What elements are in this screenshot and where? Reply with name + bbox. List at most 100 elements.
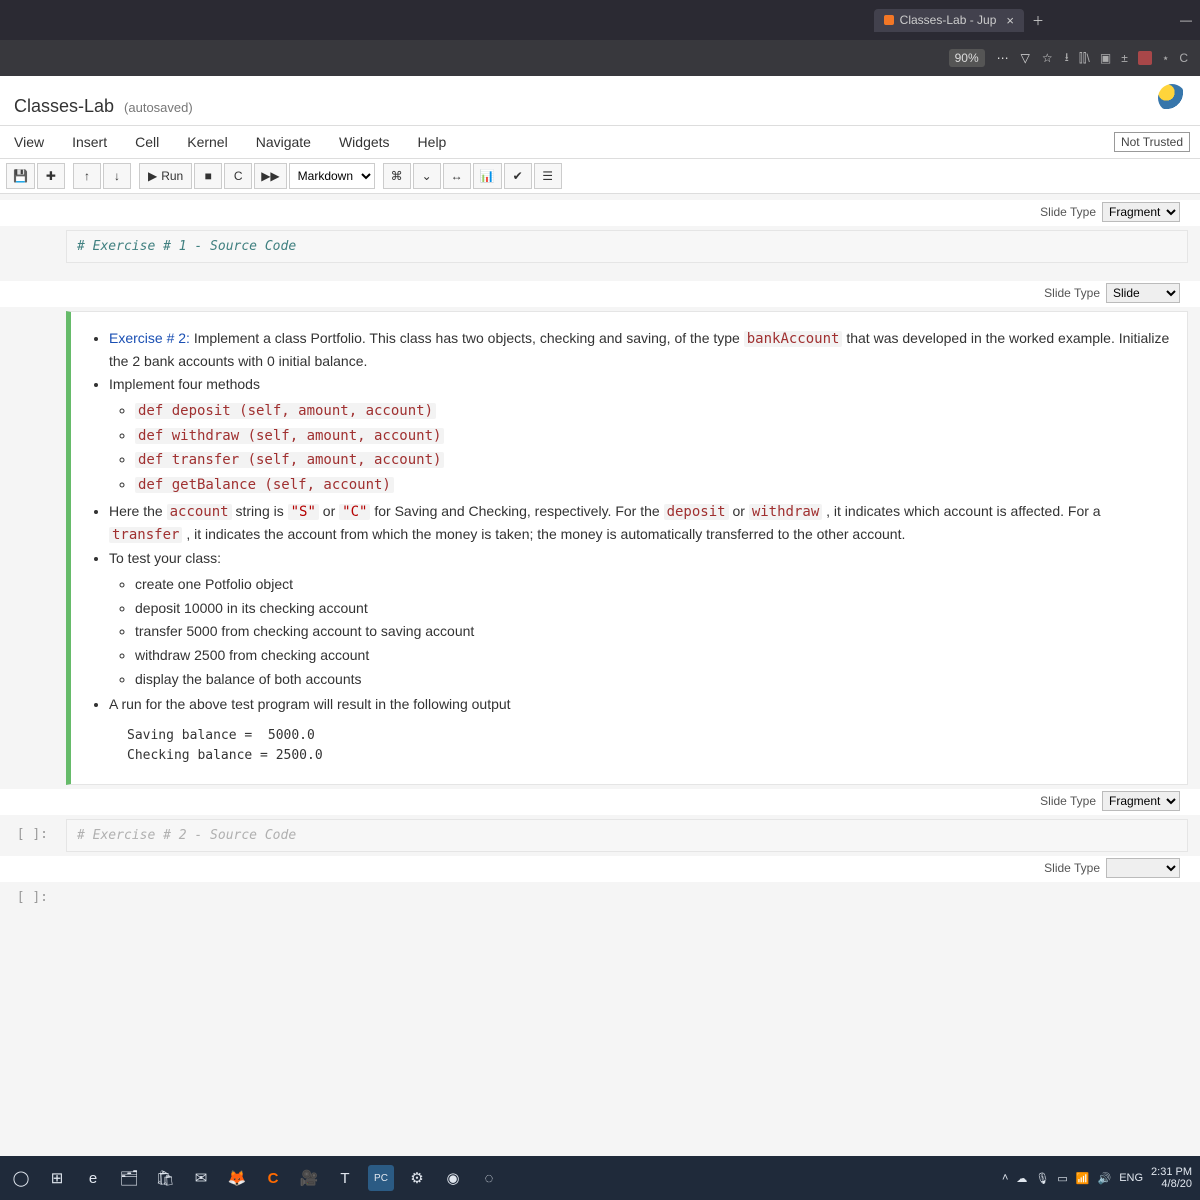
refresh-icon[interactable]: C xyxy=(1179,51,1188,65)
menu-cell[interactable]: Cell xyxy=(121,126,173,158)
library-icon[interactable]: ⫿⫿\ xyxy=(1079,51,1090,66)
tray-chevron-icon[interactable]: ˄ xyxy=(1002,1172,1008,1184)
slide-type-row: Slide Type xyxy=(0,856,1200,882)
test-step: transfer 5000 from checking account to s… xyxy=(135,621,1171,643)
slide-type-row: Slide Type Fragment xyxy=(0,789,1200,815)
teams-icon[interactable]: T xyxy=(332,1165,358,1191)
volume-icon[interactable]: 🔊 xyxy=(1097,1172,1111,1185)
autosave-status: (autosaved) xyxy=(124,100,193,115)
restart-run-all-button[interactable]: ▶▶ xyxy=(254,163,286,189)
chart-icon[interactable]: 📊 xyxy=(473,163,502,189)
menu-navigate[interactable]: Navigate xyxy=(242,126,325,158)
onedrive-icon[interactable]: ☁ xyxy=(1016,1172,1027,1185)
menu-widgets[interactable]: Widgets xyxy=(325,126,404,158)
method-getbalance: def getBalance (self, account) xyxy=(135,477,394,493)
edge-icon[interactable]: e xyxy=(80,1165,106,1191)
method-deposit: def deposit (self, amount, account) xyxy=(135,403,436,419)
menu-kernel[interactable]: Kernel xyxy=(173,126,241,158)
system-tray: ˄ ☁ 🎙 ▭ 📶 🔊 ENG 2:31 PM 4/8/20 xyxy=(1002,1166,1192,1190)
method-withdraw: def withdraw (self, amount, account) xyxy=(135,428,444,444)
clock[interactable]: 2:31 PM 4/8/20 xyxy=(1151,1166,1192,1190)
cell-prompt: [ ]: xyxy=(8,827,48,842)
menu-view[interactable]: View xyxy=(0,126,58,158)
add-cell-button[interactable]: ✚ xyxy=(37,163,65,189)
markdown-content: Exercise # 2: Implement a class Portfoli… xyxy=(71,312,1187,784)
notebook-area: Slide Type Fragment # Exercise # 1 - Sou… xyxy=(0,194,1200,912)
browser-toolbar: 90% ⋯ ▽ ☆ ⭳ ⫿⫿\ ▣ ± ⋆ C xyxy=(0,40,1200,76)
tracking-icon[interactable]: ⋆ xyxy=(1162,51,1170,65)
addon-icon[interactable]: ± xyxy=(1121,51,1128,65)
start-button[interactable]: ◯ xyxy=(8,1165,34,1191)
task-view-icon[interactable]: ⊞ xyxy=(44,1165,70,1191)
app-icon-c[interactable]: C xyxy=(260,1165,286,1191)
slide-type-select[interactable] xyxy=(1106,858,1180,878)
toolbar: 💾 ✚ ↑ ↓ ▶ Run ■ C ▶▶ Markdown ⌘ ⌄ ↔ 📊 ✔ … xyxy=(0,159,1200,194)
test-step: deposit 10000 in its checking account xyxy=(135,598,1171,620)
list-icon[interactable]: ☰ xyxy=(534,163,562,189)
mail-icon[interactable]: ✉ xyxy=(188,1165,214,1191)
menu-insert[interactable]: Insert xyxy=(58,126,121,158)
fullscreen-button[interactable]: ↔ xyxy=(443,163,471,189)
markdown-cell-exercise-2[interactable]: Exercise # 2: Implement a class Portfoli… xyxy=(66,311,1188,785)
run-button[interactable]: ▶ Run xyxy=(139,163,192,189)
menu-help[interactable]: Help xyxy=(404,126,461,158)
slide-type-row: Slide Type Fragment xyxy=(0,200,1200,226)
browser-tab[interactable]: Classes-Lab - Jup × xyxy=(874,9,1024,32)
reader-icon[interactable]: ⋯ xyxy=(997,51,1009,65)
test-step: display the balance of both accounts xyxy=(135,669,1171,691)
battery-icon[interactable]: ▭ xyxy=(1057,1172,1067,1185)
slide-type-select[interactable]: Slide xyxy=(1106,283,1180,303)
store-icon[interactable]: 🛍 xyxy=(152,1165,178,1191)
pocket-icon[interactable]: ▽ xyxy=(1021,51,1030,65)
command-palette-button[interactable]: ⌘ xyxy=(383,163,411,189)
settings-icon[interactable]: ⚙ xyxy=(404,1165,430,1191)
firefox-icon[interactable]: 🦊 xyxy=(224,1165,250,1191)
slide-type-label: Slide Type xyxy=(1040,205,1096,219)
windows-taskbar: ◯ ⊞ e 🗂 🛍 ✉ 🦊 C 🎥 T PC ⚙ ◉ ◌ ˄ ☁ 🎙 ▭ 📶 🔊… xyxy=(0,1156,1200,1200)
language-indicator[interactable]: ENG xyxy=(1119,1172,1143,1184)
slide-type-select[interactable]: Fragment xyxy=(1102,202,1180,222)
code-cell-exercise-2[interactable]: # Exercise # 2 - Source Code xyxy=(66,819,1188,852)
exercise-2-heading: Exercise # 2: xyxy=(109,330,190,346)
menubar: View Insert Cell Kernel Navigate Widgets… xyxy=(0,126,1200,159)
code-cell-exercise-1[interactable]: # Exercise # 1 - Source Code xyxy=(66,230,1188,263)
notebook-title[interactable]: Classes-Lab xyxy=(14,96,114,117)
test-step: withdraw 2500 from checking account xyxy=(135,645,1171,667)
scroll-down-button[interactable]: ⌄ xyxy=(413,163,441,189)
interrupt-button[interactable]: ■ xyxy=(194,163,222,189)
move-up-button[interactable]: ↑ xyxy=(73,163,101,189)
loading-icon[interactable]: ◌ xyxy=(476,1165,502,1191)
zoom-indicator[interactable]: 90% xyxy=(949,49,985,67)
mic-icon[interactable]: 🎙 xyxy=(1035,1172,1049,1185)
expected-output: Saving balance = 5000.0 Checking balance… xyxy=(87,720,1171,772)
test-step: create one Potfolio object xyxy=(135,574,1171,596)
cell-type-select[interactable]: Markdown xyxy=(289,163,375,189)
spellcheck-button[interactable]: ✔ xyxy=(504,163,532,189)
slide-type-select[interactable]: Fragment xyxy=(1102,791,1180,811)
chrome-icon[interactable]: ◉ xyxy=(440,1165,466,1191)
download-icon[interactable]: ⭳ xyxy=(1065,48,1069,69)
jupyter-logo xyxy=(1158,84,1186,112)
wifi-icon[interactable]: 📶 xyxy=(1076,1172,1090,1185)
cell-prompt: [ ]: xyxy=(8,890,48,905)
restart-button[interactable]: C xyxy=(224,163,252,189)
explorer-icon[interactable]: 🗂 xyxy=(116,1165,142,1191)
code-cell-content[interactable]: # Exercise # 1 - Source Code xyxy=(67,231,1187,262)
jupyter-favicon xyxy=(884,15,894,25)
slide-type-label: Slide Type xyxy=(1040,794,1096,808)
slide-type-label: Slide Type xyxy=(1044,861,1100,875)
new-tab-button[interactable]: ＋ xyxy=(1032,12,1044,29)
code-cell-content[interactable]: # Exercise # 2 - Source Code xyxy=(67,820,1187,851)
save-button[interactable]: 💾 xyxy=(6,163,35,189)
bookmark-star-icon[interactable]: ☆ xyxy=(1042,51,1053,65)
trust-badge[interactable]: Not Trusted xyxy=(1114,132,1190,152)
zoom-icon[interactable]: 🎥 xyxy=(296,1165,322,1191)
notebook-header: Classes-Lab (autosaved) xyxy=(0,76,1200,126)
browser-tab-bar: Classes-Lab - Jup × ＋ — xyxy=(0,0,1200,40)
minimize-icon[interactable]: — xyxy=(1180,13,1192,27)
container-icon[interactable] xyxy=(1138,51,1152,65)
sidebar-icon[interactable]: ▣ xyxy=(1100,51,1111,65)
close-icon[interactable]: × xyxy=(1006,13,1014,28)
pycharm-icon[interactable]: PC xyxy=(368,1165,394,1191)
move-down-button[interactable]: ↓ xyxy=(103,163,131,189)
